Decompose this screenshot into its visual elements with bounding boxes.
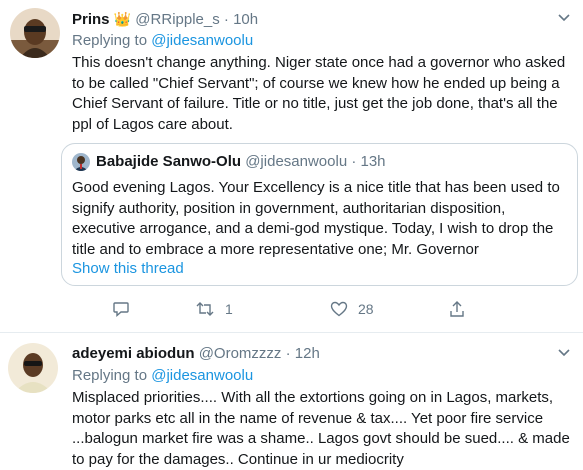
avatar[interactable] — [8, 343, 58, 393]
quoted-tweet[interactable]: Babajide Sanwo-Olu @jidesanwoolu · 13h G… — [61, 143, 578, 286]
caret-down-icon[interactable] — [557, 345, 571, 359]
handle[interactable]: @RRipple_s — [135, 11, 219, 28]
like-count: 28 — [358, 301, 374, 317]
handle[interactable]: @Oromzzzz — [199, 345, 282, 362]
replying-label: Replying to — [72, 32, 148, 49]
quote-header: Babajide Sanwo-Olu @jidesanwoolu · 13h — [96, 153, 386, 171]
replying-to: Replying to @jidesanwoolu — [72, 32, 253, 50]
replying-label: Replying to — [72, 367, 148, 384]
crown-emoji-icon: 👑 — [113, 11, 132, 27]
quote-handle: @jidesanwoolu — [245, 153, 348, 170]
quote-timestamp: · 13h — [351, 153, 386, 170]
tweet-text: Misplaced priorities.... With all the ex… — [72, 389, 570, 468]
tweet-header: adeyemi abiodun @Oromzzzz · 12h — [72, 345, 320, 363]
replying-handle-link[interactable]: @jidesanwoolu — [151, 32, 253, 49]
retweet-button[interactable]: 1 — [195, 300, 233, 318]
heart-icon — [330, 301, 348, 317]
reply-button[interactable] — [112, 300, 130, 318]
caret-down-icon[interactable] — [557, 10, 571, 24]
quote-avatar — [72, 153, 90, 171]
display-name[interactable]: adeyemi abiodun — [72, 345, 195, 362]
retweet-icon — [196, 302, 214, 316]
reply-icon — [113, 302, 129, 318]
share-button[interactable] — [448, 300, 466, 318]
tweet-header: Prins 👑 @RRipple_s · 10h — [72, 10, 258, 29]
replying-to: Replying to @jidesanwoolu — [72, 367, 253, 385]
quote-text: Good evening Lagos. Your Excellency is a… — [72, 179, 560, 258]
display-name[interactable]: Prins — [72, 11, 110, 28]
avatar-photo-icon — [10, 8, 60, 58]
replying-handle-link[interactable]: @jidesanwoolu — [151, 367, 253, 384]
tweet-prins[interactable]: Prins 👑 @RRipple_s · 10h Replying to @ji… — [0, 0, 583, 332]
share-icon — [450, 301, 464, 317]
tweet-actions: 1 28 — [0, 300, 583, 320]
like-button[interactable]: 28 — [330, 300, 374, 318]
quote-avatar-photo-icon — [72, 153, 90, 171]
tweet-text: This doesn't change anything. Niger stat… — [72, 54, 566, 133]
tweet-adeyemi[interactable]: adeyemi abiodun @Oromzzzz · 12h Replying… — [0, 333, 583, 470]
retweet-count: 1 — [225, 301, 233, 317]
avatar-photo-icon — [8, 343, 58, 393]
quote-display-name: Babajide Sanwo-Olu — [96, 153, 242, 170]
avatar[interactable] — [10, 8, 60, 58]
timestamp[interactable]: · 10h — [224, 11, 258, 28]
show-thread-link[interactable]: Show this thread — [72, 260, 184, 277]
timestamp[interactable]: · 12h — [286, 345, 320, 362]
